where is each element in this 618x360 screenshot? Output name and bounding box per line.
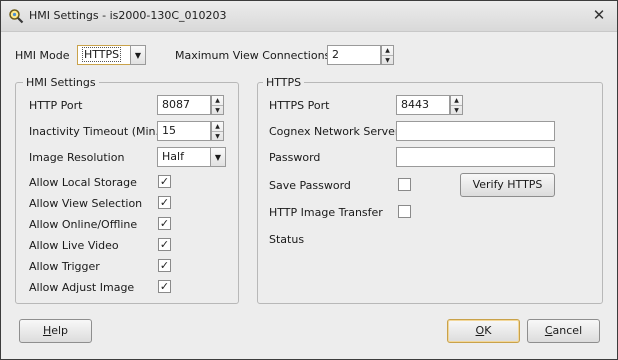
allow-trigger-checkbox[interactable]: ✓ [158, 259, 171, 272]
allow-online-offline-checkbox[interactable]: ✓ [158, 217, 171, 230]
https-port-value: 8443 [401, 98, 429, 111]
image-resolution-value: Half [162, 150, 184, 163]
verify-https-button[interactable]: Verify HTTPS [460, 173, 555, 197]
window-title: HMI Settings - is2000-130C_010203 [29, 9, 227, 22]
cancel-button[interactable]: Cancel [527, 319, 600, 343]
allow-live-video-label: Allow Live Video [29, 239, 119, 252]
hmi-mode-select[interactable]: HTTPS [77, 45, 131, 65]
image-resolution-select[interactable]: Half [157, 147, 211, 167]
allow-local-storage-label: Allow Local Storage [29, 176, 137, 189]
hmi-settings-group-title: HMI Settings [23, 76, 99, 89]
cancel-hotkey: C [544, 324, 553, 337]
save-password-label: Save Password [269, 179, 351, 192]
spin-up-icon[interactable]: ▲ [382, 46, 393, 56]
http-port-value: 8087 [162, 98, 190, 111]
password-label: Password [269, 151, 321, 164]
max-view-connections-spinner[interactable]: ▲ ▼ [381, 45, 394, 65]
cognex-network-server-label: Cognex Network Server [269, 125, 400, 138]
allow-online-offline-label: Allow Online/Offline [29, 218, 138, 231]
http-port-input[interactable]: 8087 [157, 95, 211, 115]
password-input[interactable] [396, 147, 555, 167]
spin-up-icon[interactable]: ▲ [451, 96, 462, 106]
https-port-label: HTTPS Port [269, 99, 330, 112]
spin-down-icon[interactable]: ▼ [212, 132, 223, 141]
allow-view-selection-label: Allow View Selection [29, 197, 143, 210]
help-label-rest: elp [51, 324, 69, 337]
http-image-transfer-checkbox[interactable] [398, 205, 411, 218]
spin-up-icon[interactable]: ▲ [212, 96, 223, 106]
max-view-connections-value: 2 [332, 48, 339, 61]
close-icon[interactable]: ✕ [591, 7, 607, 23]
status-label: Status [269, 233, 305, 246]
cancel-label-rest: ancel [552, 324, 583, 337]
spin-down-icon[interactable]: ▼ [382, 56, 393, 65]
hmi-mode-value: HTTPS [82, 47, 122, 62]
http-port-label: HTTP Port [29, 99, 83, 112]
max-view-connections-label: Maximum View Connections [175, 49, 331, 62]
inactivity-timeout-spinner[interactable]: ▲ ▼ [211, 121, 224, 141]
allow-local-storage-checkbox[interactable]: ✓ [158, 175, 171, 188]
help-hotkey: H [42, 324, 52, 337]
ok-button[interactable]: OK [447, 319, 520, 343]
inactivity-timeout-label: Inactivity Timeout (Min.) [29, 125, 164, 138]
https-port-spinner[interactable]: ▲ ▼ [450, 95, 463, 115]
allow-adjust-image-checkbox[interactable]: ✓ [158, 280, 171, 293]
hmi-mode-dropdown-icon[interactable]: ▼ [130, 45, 146, 65]
save-password-checkbox[interactable] [398, 178, 411, 191]
https-port-input[interactable]: 8443 [396, 95, 450, 115]
help-button[interactable]: Help [19, 319, 92, 343]
hmi-mode-label: HMI Mode [15, 49, 70, 62]
http-image-transfer-label: HTTP Image Transfer [269, 206, 383, 219]
allow-live-video-checkbox[interactable]: ✓ [158, 238, 171, 251]
ok-hotkey: O [475, 324, 485, 337]
inactivity-timeout-value: 15 [162, 124, 176, 137]
allow-view-selection-checkbox[interactable]: ✓ [158, 196, 171, 209]
hmi-settings-dialog: HMI Settings - is2000-130C_010203 ✕ HMI … [0, 0, 618, 360]
spin-down-icon[interactable]: ▼ [212, 106, 223, 115]
app-icon [9, 9, 24, 24]
spin-down-icon[interactable]: ▼ [451, 106, 462, 115]
max-view-connections-input[interactable]: 2 [327, 45, 381, 65]
image-resolution-dropdown-icon[interactable]: ▼ [210, 147, 226, 167]
http-port-spinner[interactable]: ▲ ▼ [211, 95, 224, 115]
title-bar: HMI Settings - is2000-130C_010203 ✕ [1, 1, 617, 32]
ok-label-rest: K [484, 324, 492, 337]
inactivity-timeout-input[interactable]: 15 [157, 121, 211, 141]
cognex-network-server-input[interactable] [396, 121, 555, 141]
image-resolution-label: Image Resolution [29, 151, 125, 164]
allow-adjust-image-label: Allow Adjust Image [29, 281, 135, 294]
allow-trigger-label: Allow Trigger [29, 260, 100, 273]
https-group-title: HTTPS [263, 76, 305, 89]
spin-up-icon[interactable]: ▲ [212, 122, 223, 132]
